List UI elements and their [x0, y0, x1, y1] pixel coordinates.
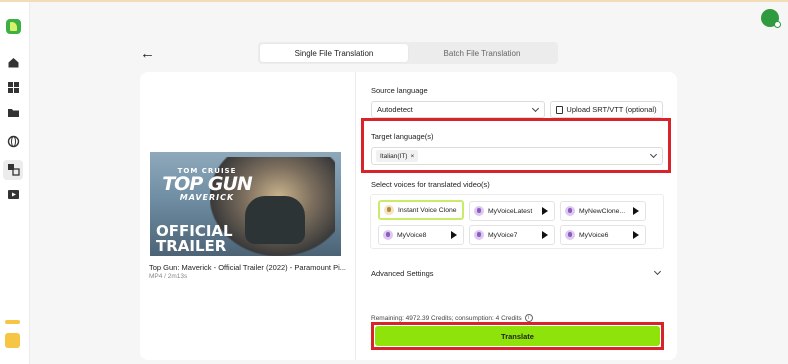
chevron-down-icon	[649, 150, 658, 159]
voice-avatar-icon	[565, 206, 575, 216]
home-icon[interactable]	[7, 56, 20, 69]
voice-option[interactable]: MyVoiceLatest	[469, 201, 555, 221]
play-icon[interactable]	[633, 231, 639, 239]
voice-name: MyVoice7	[488, 231, 518, 239]
upload-subtitle-label: Upload SRT/VTT (optional)	[566, 105, 657, 114]
file-upload-icon	[556, 105, 564, 114]
video-thumbnail[interactable]: TOM CRUISE TOP GUN MAVERICK OFFICIAL TRA…	[150, 152, 341, 256]
chevron-down-icon	[531, 104, 540, 113]
play-icon[interactable]	[542, 231, 548, 239]
credits-text: Remaining: 4972.39 Credits; consumption:…	[371, 314, 522, 322]
translate-icon[interactable]	[7, 163, 20, 176]
credits-info: Remaining: 4972.39 Credits; consumption:…	[371, 314, 533, 322]
info-icon[interactable]: i	[524, 314, 533, 322]
source-language-select[interactable]: Autodetect	[371, 101, 545, 118]
thumbnail-oxygen-mask	[245, 196, 305, 244]
credits-bar-icon	[5, 320, 20, 324]
thumbnail-subtitle: MAVERICK	[179, 193, 235, 202]
voice-name: MyVoiceLatest	[488, 207, 533, 215]
voice-name: Instant Voice Clone	[398, 206, 457, 214]
gift-icon[interactable]	[5, 333, 20, 348]
video-meta: MP4 / 2m13s	[149, 273, 188, 280]
play-icon[interactable]	[633, 207, 639, 215]
status-dot-icon	[774, 21, 781, 28]
voice-option[interactable]: MyNewClone...	[560, 201, 646, 221]
thumbnail-title: TOP GUN	[162, 173, 253, 195]
voice-name: MyNewClone...	[579, 207, 626, 215]
voice-option[interactable]: Instant Voice Clone	[378, 200, 464, 220]
panel-divider	[355, 72, 356, 360]
tab-batch-file[interactable]: Batch File Translation	[408, 44, 556, 62]
voice-name: MyVoice6	[579, 231, 609, 239]
voices-label: Select voices for translated video(s)	[371, 180, 490, 189]
voice-option[interactable]: MyVoice8	[378, 225, 464, 245]
voice-avatar-icon	[474, 206, 484, 216]
globe-icon[interactable]	[7, 135, 20, 148]
tab-single-file[interactable]: Single File Translation	[260, 44, 408, 62]
grid-icon[interactable]	[7, 81, 20, 94]
app-logo[interactable]	[6, 19, 21, 34]
translation-mode-tabs: Single File Translation Batch File Trans…	[258, 42, 558, 64]
voice-clone-icon	[384, 205, 394, 215]
voice-option[interactable]: MyVoice7	[469, 225, 555, 245]
voice-option[interactable]: MyVoice6	[560, 225, 646, 245]
play-icon[interactable]	[451, 231, 457, 239]
thumbnail-logo: TOM CRUISE TOP GUN MAVERICK	[162, 168, 253, 202]
voice-name: MyVoice8	[397, 231, 427, 239]
voice-avatar-icon	[565, 230, 575, 240]
translate-button[interactable]: Translate	[375, 326, 660, 346]
video-title: Top Gun: Maverick - Official Trailer (20…	[149, 263, 347, 272]
advanced-settings-toggle[interactable]: Advanced Settings	[371, 269, 434, 278]
sidebar	[0, 2, 30, 364]
target-language-chip-label: Italian(IT)	[380, 152, 408, 160]
top-accent-line	[0, 0, 788, 2]
back-arrow-icon[interactable]: ←	[140, 45, 155, 62]
folder-icon[interactable]	[7, 106, 20, 119]
remove-chip-icon[interactable]: ×	[410, 153, 414, 160]
thumbnail-banner-line2: TRAILER	[156, 237, 227, 255]
voice-avatar-icon	[383, 230, 393, 240]
upload-subtitle-button[interactable]: Upload SRT/VTT (optional)	[550, 101, 663, 118]
thumbnail-banner: OFFICIAL TRAILER	[156, 224, 233, 254]
target-language-chip[interactable]: Italian(IT) ×	[376, 150, 419, 162]
avatar[interactable]	[761, 9, 781, 28]
target-language-label: Target language(s)	[371, 132, 434, 141]
play-icon[interactable]	[542, 207, 548, 215]
source-language-value: Autodetect	[377, 105, 413, 114]
video-icon[interactable]	[7, 188, 20, 201]
voice-avatar-icon	[474, 230, 484, 240]
source-language-label: Source language	[371, 86, 428, 95]
